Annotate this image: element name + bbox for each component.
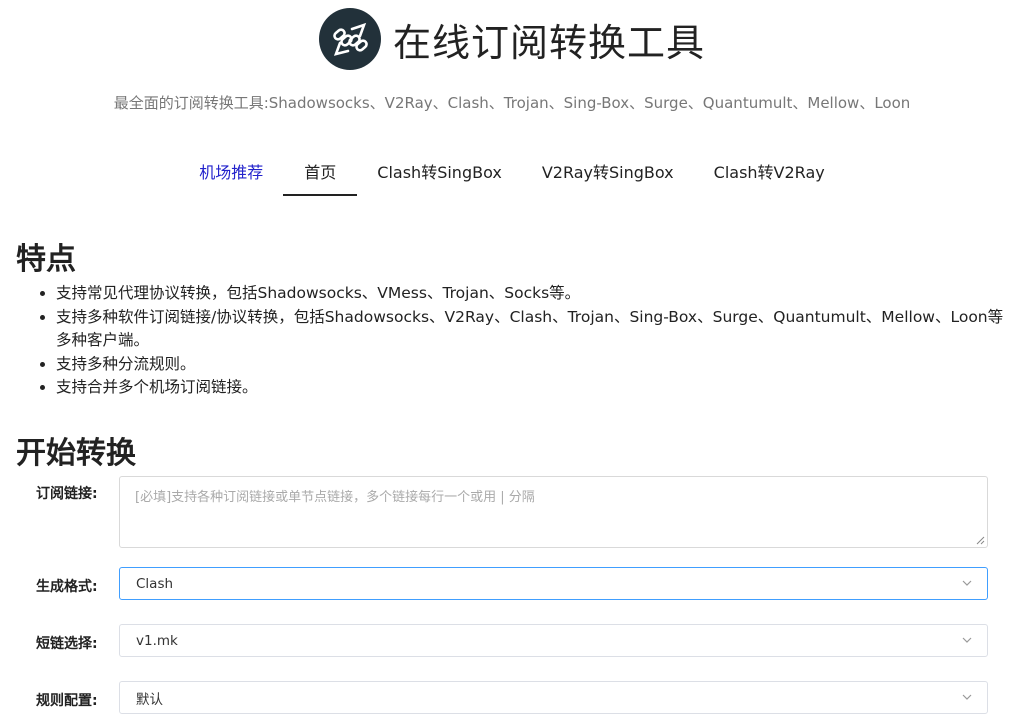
chevron-down-icon (962, 580, 972, 586)
site-subtitle: 最全面的订阅转换工具:Shadowsocks、V2Ray、Clash、Troja… (113, 94, 911, 112)
list-item: 支持多种软件订阅链接/协议转换，包括Shadowsocks、V2Ray、Clas… (56, 306, 1010, 353)
subscription-label: 订阅链接: (36, 486, 98, 502)
site-title: 在线订阅转换工具 (392, 20, 705, 65)
short-link-select[interactable]: v1.mk (119, 624, 988, 657)
subscription-input[interactable]: [必填]支持各种订阅链接或单节点链接，多个链接每行一个或用 | 分隔 (119, 476, 988, 548)
chain-link-exchange-icon (318, 8, 381, 70)
subscription-placeholder: [必填]支持各种订阅链接或单节点链接，多个链接每行一个或用 | 分隔 (135, 490, 535, 505)
rules-label: 规则配置: (36, 693, 98, 709)
short-link-value: v1.mk (136, 632, 178, 649)
short-link-label: 短链选择: (36, 636, 98, 652)
format-select[interactable]: Clash (119, 567, 988, 600)
tab-airport-recommend[interactable]: 机场推荐 (179, 148, 283, 196)
tab-home[interactable]: 首页 (283, 148, 358, 196)
tab-clash-to-v2ray[interactable]: Clash转V2Ray (694, 148, 845, 196)
rules-select[interactable]: 默认 (119, 681, 988, 714)
chevron-down-icon (962, 694, 972, 700)
features-list: 支持常见代理协议转换，包括Shadowsocks、VMess、Trojan、So… (16, 282, 1010, 400)
format-label: 生成格式: (36, 579, 98, 595)
tab-clash-to-singbox[interactable]: Clash转SingBox (357, 148, 522, 196)
list-item: 支持多种分流规则。 (56, 353, 1010, 377)
chevron-down-icon (962, 637, 972, 643)
nav-tabs: 机场推荐 首页 Clash转SingBox V2Ray转SingBox Clas… (0, 140, 1024, 196)
resize-handle-icon[interactable] (975, 535, 985, 545)
list-item: 支持常见代理协议转换，包括Shadowsocks、VMess、Trojan、So… (56, 282, 1010, 306)
rules-value: 默认 (136, 691, 163, 708)
convert-heading: 开始转换 (16, 436, 136, 471)
format-value: Clash (136, 575, 174, 592)
list-item: 支持合并多个机场订阅链接。 (56, 376, 1010, 400)
features-heading: 特点 (16, 242, 76, 277)
site-header: 在线订阅转换工具 (0, 8, 1024, 70)
tab-v2ray-to-singbox[interactable]: V2Ray转SingBox (522, 148, 694, 196)
